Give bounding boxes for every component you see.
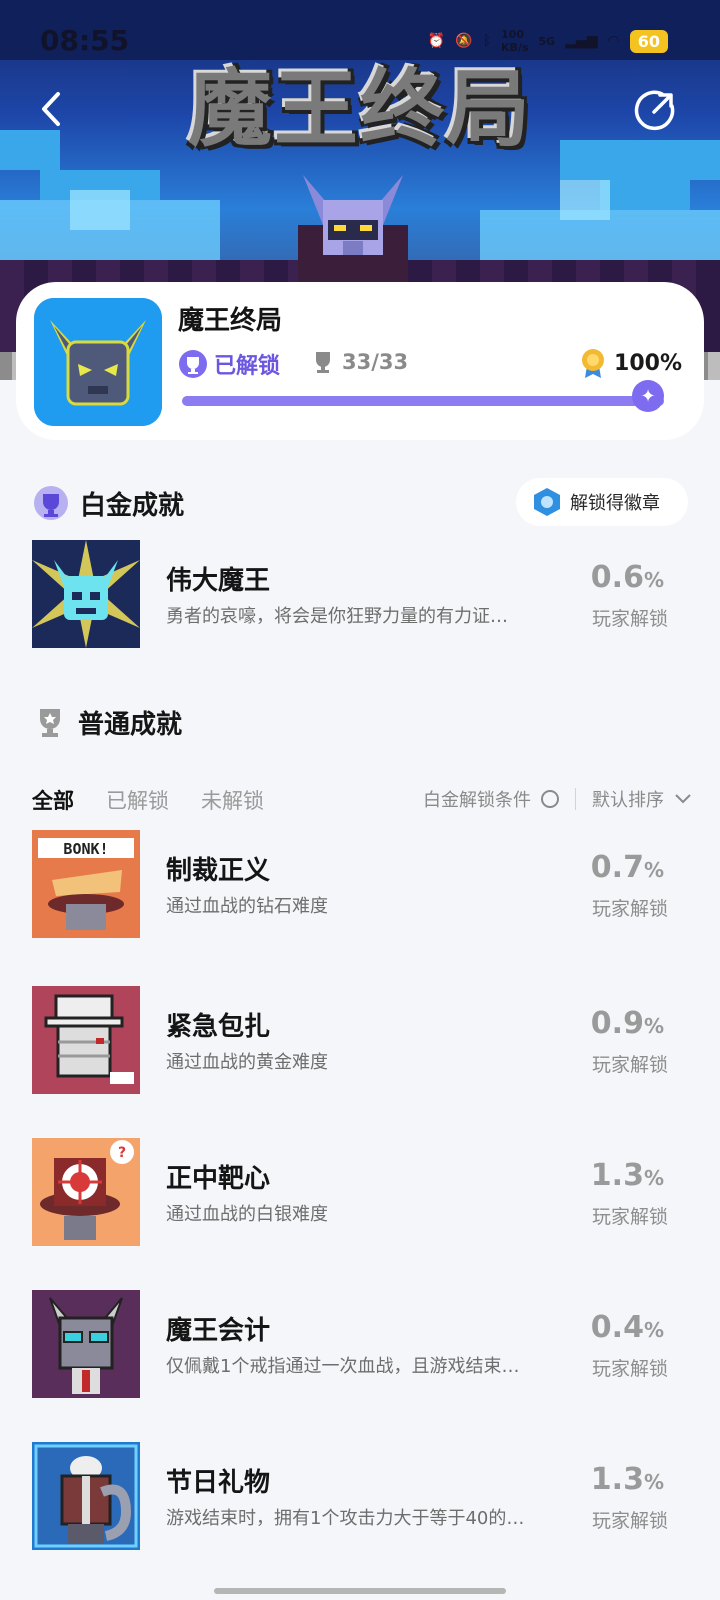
- achievement-name: 节日礼物: [166, 1468, 271, 1498]
- unlock-status: 已解锁: [178, 348, 280, 380]
- achievement-row[interactable]: ? 正中靶心 通过血战的白银难度 1.3% 玩家解锁: [32, 1138, 688, 1246]
- achievement-icon-bonk: BONK!: [32, 830, 140, 938]
- achievement-sub: 玩家解锁: [591, 898, 668, 920]
- achievement-desc: 通过血战的白银难度: [166, 1204, 328, 1225]
- platinum-achievement-row[interactable]: 伟大魔王 勇者的哀嚎，将会是你狂野力量的有力证… 0.6% 玩家解锁: [32, 540, 688, 648]
- unlock-status-label: 已解锁: [214, 354, 281, 379]
- achievement-percent-value: 0.9: [590, 1006, 644, 1041]
- medal-icon: [582, 349, 605, 378]
- mute-icon: 🔕: [455, 33, 473, 49]
- achievement-sub: 玩家解锁: [591, 1054, 668, 1076]
- achievement-sub: 玩家解锁: [591, 1358, 668, 1380]
- completion-percent: 100%: [580, 348, 682, 378]
- trophy-icon: [316, 352, 330, 373]
- unlock-badge-button[interactable]: 解锁得徽章: [516, 478, 688, 526]
- demon-king-illustration: [298, 175, 408, 285]
- net-speed-value: 100: [501, 28, 524, 41]
- platinum-trophy-icon: [179, 350, 207, 378]
- achievement-percent-unit: %: [643, 1470, 664, 1494]
- achievement-name: 伟大魔王: [166, 566, 271, 596]
- achievement-sub: 玩家解锁: [591, 1206, 668, 1228]
- achievement-name: 紧急包扎: [166, 1012, 271, 1042]
- status-time: 08:55: [40, 24, 130, 57]
- achievement-percent-unit: %: [643, 858, 664, 882]
- battery-indicator: 60: [629, 29, 668, 53]
- achievement-desc: 勇者的哀嚎，将会是你狂野力量的有力证…: [166, 606, 508, 627]
- achievement-percent-value: 1.3: [590, 1158, 644, 1193]
- achievement-percent-value: 1.3: [590, 1462, 644, 1497]
- progress-star-icon: ✦: [632, 380, 664, 412]
- tab-locked[interactable]: 未解锁: [201, 785, 264, 815]
- achievement-icon-bandage: [32, 986, 140, 1094]
- badge-icon: [534, 488, 560, 516]
- trophy-count-value: 33/33: [342, 350, 409, 374]
- platinum-trophy-icon: [34, 486, 68, 520]
- achievement-percent: 0.7%: [591, 850, 664, 885]
- achievement-name: 魔王会计: [166, 1316, 271, 1346]
- bluetooth-icon: ᛒ: [482, 33, 492, 49]
- achievement-percent: 0.9%: [591, 1006, 664, 1041]
- alarm-icon: ⏰: [427, 33, 446, 49]
- achievement-row[interactable]: 紧急包扎 通过血战的黄金难度 0.9% 玩家解锁: [32, 986, 688, 1094]
- back-arrow-icon[interactable]: [30, 86, 76, 132]
- trophy-count: 33/33: [312, 350, 408, 374]
- completion-progress-bar: [182, 396, 664, 406]
- platinum-section-title: 白金成就: [80, 490, 185, 521]
- platinum-condition-label: 白金解锁条件: [423, 790, 531, 811]
- normal-section-header: 普通成就: [32, 704, 182, 741]
- achievement-percent: 1.3%: [591, 1462, 664, 1497]
- achievement-percent: 0.6%: [591, 560, 664, 595]
- platinum-condition-radio[interactable]: [541, 790, 559, 808]
- achievement-percent-value: 0.7: [590, 850, 644, 885]
- achievement-percent-unit: %: [643, 1166, 664, 1190]
- achievement-percent: 1.3%: [591, 1158, 664, 1193]
- tab-all[interactable]: 全部: [32, 785, 74, 815]
- signal-icon: ▂▄▆: [565, 33, 598, 49]
- achievement-percent-unit: %: [643, 1014, 664, 1038]
- normal-section-title: 普通成就: [78, 710, 183, 740]
- achievement-row[interactable]: 节日礼物 游戏结束时，拥有1个攻击力大于等于40的… 1.3% 玩家解锁: [32, 1442, 688, 1550]
- unlock-badge-label: 解锁得徽章: [570, 493, 660, 514]
- achievement-name: 制裁正义: [166, 856, 271, 886]
- achievement-icon-accountant: [32, 1290, 140, 1398]
- share-icon[interactable]: [632, 88, 678, 134]
- game-app-icon: [34, 298, 162, 426]
- achievement-sub: 玩家解锁: [591, 608, 668, 630]
- achievement-desc: 游戏结束时，拥有1个攻击力大于等于40的…: [166, 1508, 525, 1529]
- completion-value: 100%: [614, 350, 682, 376]
- platinum-section-header: 白金成就: [32, 484, 184, 522]
- achievement-percent-unit: %: [643, 568, 664, 592]
- tab-unlocked[interactable]: 已解锁: [106, 785, 169, 815]
- status-bar: 08:55 ⏰ 🔕 ᛒ 100 KB/s 5G ▂▄▆ ◠ 60: [0, 0, 720, 82]
- achievement-percent-unit: %: [643, 1318, 664, 1342]
- achievement-icon-bullseye: ?: [32, 1138, 140, 1246]
- net-speed-unit: KB/s: [501, 41, 529, 54]
- progress-fill: [182, 396, 664, 406]
- trophy-icon: [40, 708, 60, 737]
- achievement-row[interactable]: 魔王会计 仅佩戴1个戒指通过一次血战，且游戏结束… 0.4% 玩家解锁: [32, 1290, 688, 1398]
- achievement-percent: 0.4%: [591, 1310, 664, 1345]
- game-title: 魔王终局: [178, 306, 283, 336]
- achievement-desc: 仅佩戴1个戒指通过一次血战，且游戏结束…: [166, 1356, 520, 1377]
- achievement-name: 正中靶心: [166, 1164, 271, 1194]
- chevron-down-icon[interactable]: [674, 793, 692, 805]
- achievement-icon-holiday-gift: [32, 1442, 140, 1550]
- wifi-icon: ◠: [607, 33, 620, 49]
- achievement-percent-value: 0.6: [590, 560, 644, 595]
- achievement-icon-great-demon-king: [32, 540, 140, 648]
- network-label: 5G: [538, 34, 556, 48]
- achievement-row[interactable]: BONK! 制裁正义 通过血战的钻石难度 0.7% 玩家解锁: [32, 830, 688, 938]
- sort-dropdown[interactable]: 默认排序: [592, 786, 664, 812]
- svg-text:?: ?: [118, 1145, 126, 1161]
- achievement-desc: 通过血战的黄金难度: [166, 1052, 328, 1073]
- achievement-percent-value: 0.4: [590, 1310, 644, 1345]
- achievement-desc: 通过血战的钻石难度: [166, 896, 328, 917]
- game-summary-card: 魔王终局 已解锁 33/33 100%: [16, 282, 704, 440]
- svg-text:BONK!: BONK!: [63, 840, 108, 858]
- achievement-filter-tabs: 全部 已解锁 未解锁 白金解锁条件 默认排序: [32, 782, 692, 818]
- home-indicator[interactable]: [214, 1588, 506, 1594]
- achievement-sub: 玩家解锁: [591, 1510, 668, 1532]
